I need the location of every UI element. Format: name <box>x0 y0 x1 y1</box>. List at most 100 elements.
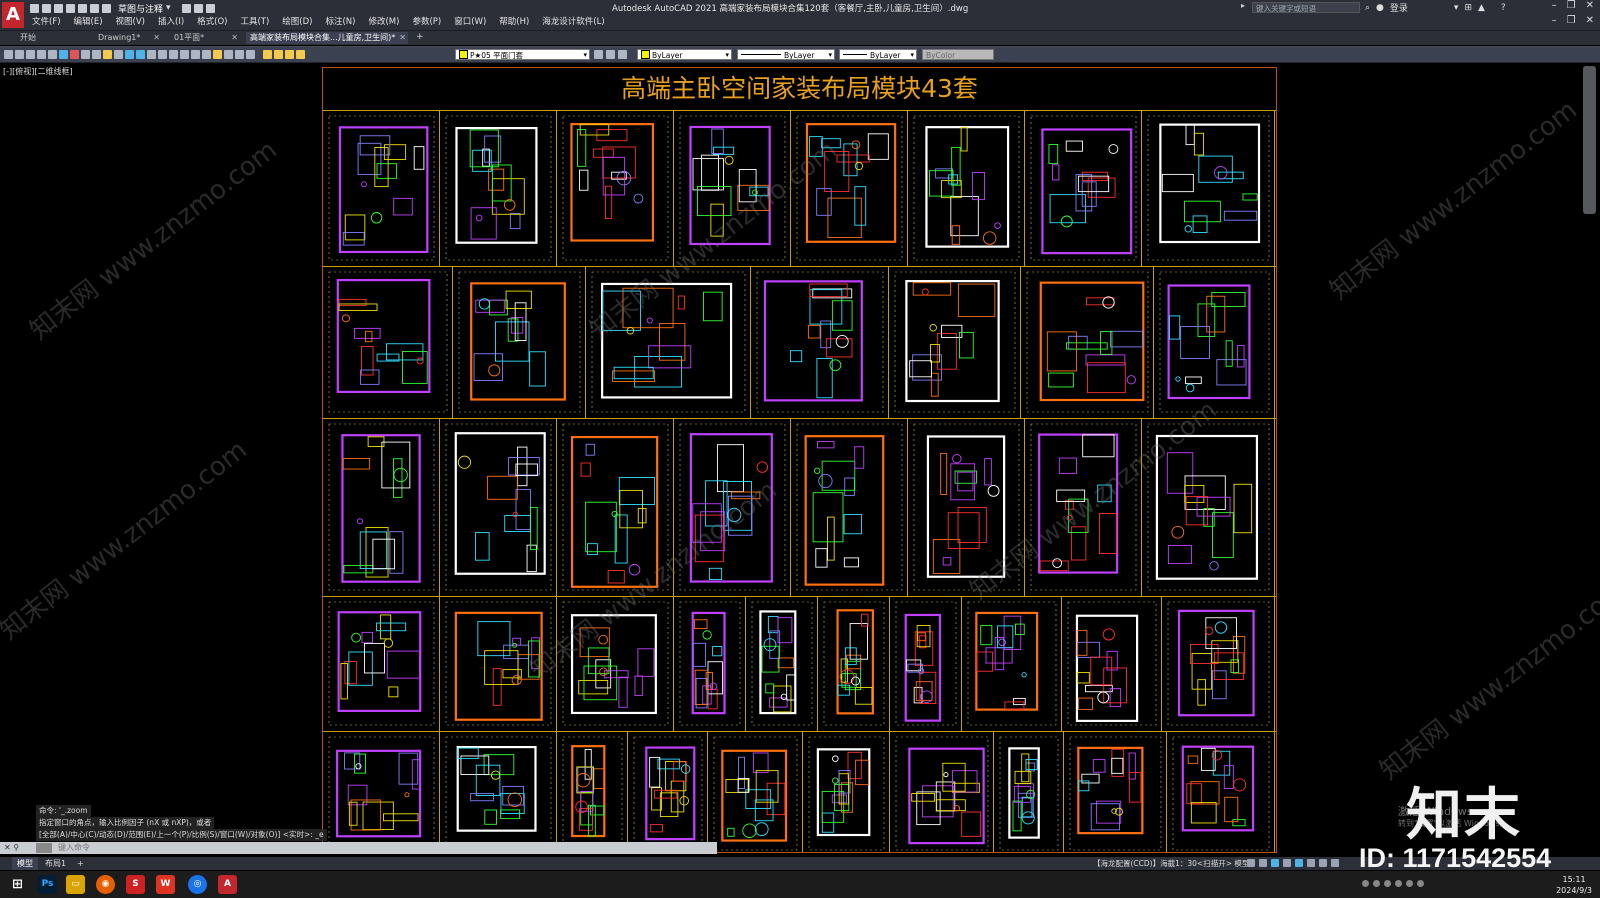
floor-plan-cell[interactable] <box>708 731 803 852</box>
floor-plan-cell[interactable] <box>1064 731 1167 852</box>
cart-icon[interactable]: ⊞ <box>1464 3 1472 13</box>
layer-previous-icon[interactable] <box>606 50 615 59</box>
print-icon[interactable] <box>90 3 99 13</box>
tab-plan01[interactable]: 01平面* ✕ <box>170 32 240 44</box>
tab-active-drawing[interactable]: 高端家装布局模块合集...儿童房,卫生间)* ✕ <box>246 32 408 44</box>
floor-plan-cell[interactable] <box>586 266 751 418</box>
restore-icon[interactable]: ❐ <box>1567 15 1576 26</box>
floor-plan-cell[interactable] <box>440 418 557 596</box>
color-dropdown[interactable]: ByLayer ▾ <box>637 49 732 60</box>
web-icon[interactable] <box>78 3 87 13</box>
floor-plan-cell[interactable] <box>557 731 628 852</box>
floor-plan-cell[interactable] <box>962 596 1062 731</box>
close-icon[interactable]: ✕ <box>153 32 160 44</box>
photoshop-icon[interactable]: Ps <box>38 875 57 894</box>
new-tab-icon[interactable]: + <box>416 32 424 42</box>
floor-plan-cell[interactable] <box>323 266 453 418</box>
floor-plan-cell[interactable] <box>803 731 890 852</box>
preview-icon[interactable] <box>48 50 57 59</box>
floor-plan-cell[interactable] <box>440 110 557 266</box>
floor-plan-cell[interactable] <box>557 418 674 596</box>
layer-match-icon[interactable] <box>618 50 627 59</box>
lineweight-dropdown[interactable]: ByLayer ▾ <box>839 49 917 60</box>
block-editor-icon[interactable] <box>114 50 123 59</box>
floor-plan-cell[interactable] <box>440 731 557 852</box>
print-icon[interactable] <box>37 50 46 59</box>
menu-item[interactable]: 绘图(D) <box>282 15 312 27</box>
match-properties-icon[interactable] <box>103 50 112 59</box>
undo-icon[interactable] <box>193 3 203 13</box>
layer-dropdown[interactable]: P★05 平面门套 ▾ <box>455 49 590 60</box>
floor-plan-cell[interactable] <box>323 731 440 852</box>
floor-plan-cell[interactable] <box>323 596 440 731</box>
menu-item[interactable]: 插入(I) <box>158 15 184 27</box>
menu-item[interactable]: 海龙设计软件(L) <box>542 15 604 27</box>
floor-plan-cell[interactable] <box>557 110 674 266</box>
vertical-scrollbar[interactable] <box>1583 66 1596 214</box>
close-icon[interactable]: ✕ <box>1586 15 1594 26</box>
make-current-layer-icon[interactable] <box>594 50 603 59</box>
tray-icon[interactable] <box>1384 880 1391 887</box>
menu-item[interactable]: 视图(V) <box>116 15 145 27</box>
copy-icon[interactable] <box>81 50 90 59</box>
tab-start[interactable]: 开始 <box>16 32 94 44</box>
chevron-down-icon[interactable]: ▾ <box>1454 3 1459 13</box>
tray-icon[interactable] <box>1406 880 1413 887</box>
floor-plan-cell[interactable] <box>1025 418 1142 596</box>
floor-plan-cell[interactable] <box>751 266 889 418</box>
floor-plan-cell[interactable] <box>890 731 994 852</box>
floor-plan-cell[interactable] <box>440 596 557 731</box>
floor-plan-cell[interactable] <box>1167 731 1275 852</box>
windows-start-icon[interactable]: ⊞ <box>8 875 27 894</box>
floor-plan-cell[interactable] <box>323 110 440 266</box>
save-icon[interactable] <box>26 50 35 59</box>
login-link[interactable]: 登录 <box>1390 1 1408 14</box>
snap-icon[interactable] <box>1259 859 1267 867</box>
pan-icon[interactable] <box>147 50 156 59</box>
transparency-icon[interactable] <box>1331 859 1339 867</box>
zoom-previous-icon[interactable] <box>180 50 189 59</box>
command-input[interactable]: 键入命令 <box>58 842 90 854</box>
floor-plan-cell[interactable] <box>791 110 908 266</box>
close-icon[interactable]: ✕ <box>1586 0 1594 11</box>
zoom-icon[interactable] <box>158 50 167 59</box>
autodesk-icon[interactable]: ▲ <box>1478 3 1485 13</box>
publish-icon[interactable] <box>59 50 68 59</box>
floor-plan-cell[interactable] <box>908 110 1025 266</box>
tray-icon[interactable] <box>1417 880 1424 887</box>
search-expand-icon[interactable]: ▸ <box>1241 1 1245 10</box>
new-icon[interactable] <box>30 3 39 13</box>
floor-plan-cell[interactable] <box>453 266 586 418</box>
tab-model[interactable]: 模型 <box>12 857 38 870</box>
menu-item[interactable]: 参数(P) <box>412 15 441 27</box>
floor-plan-cell[interactable] <box>674 110 791 266</box>
drawing-sheet[interactable]: 高端主卧空间家装布局模块43套 <box>322 67 1277 853</box>
plotstyle-dropdown[interactable]: ByColor <box>922 49 994 60</box>
undo-icon[interactable] <box>125 50 134 59</box>
floor-plan-cell[interactable] <box>674 596 746 731</box>
menu-item[interactable]: 标注(N) <box>325 15 355 27</box>
add-layout-icon[interactable]: + <box>72 857 89 870</box>
calculator-icon[interactable] <box>235 50 244 59</box>
close-icon[interactable]: ✕ <box>231 32 238 44</box>
menu-item[interactable]: 窗口(W) <box>454 15 486 27</box>
floor-plan-cell[interactable] <box>889 266 1021 418</box>
otrack-icon[interactable] <box>1307 859 1315 867</box>
layer-manager-icon[interactable] <box>263 50 272 59</box>
lineweight-icon[interactable] <box>1319 859 1327 867</box>
tab-drawing1[interactable]: Drawing1* ✕ <box>94 32 162 44</box>
menu-item[interactable]: 编辑(E) <box>74 15 103 27</box>
help-icon[interactable] <box>246 50 255 59</box>
autocad-logo[interactable]: A <box>2 2 24 28</box>
menu-item[interactable]: 帮助(H) <box>499 15 529 27</box>
floor-plan-cell[interactable] <box>1025 110 1142 266</box>
wps-office-icon[interactable]: W <box>156 875 175 894</box>
floor-plan-cell[interactable] <box>908 418 1025 596</box>
firefox-icon[interactable]: ◉ <box>96 875 115 894</box>
command-line[interactable]: ✕ ⚲ 键入命令 <box>0 842 717 854</box>
layer-lock-icon[interactable] <box>296 50 305 59</box>
grid-icon[interactable] <box>1247 859 1255 867</box>
open-icon[interactable] <box>42 3 51 13</box>
workspace-switch[interactable]: 草图与注释 <box>118 2 163 15</box>
floor-plan-cell[interactable] <box>818 596 890 731</box>
